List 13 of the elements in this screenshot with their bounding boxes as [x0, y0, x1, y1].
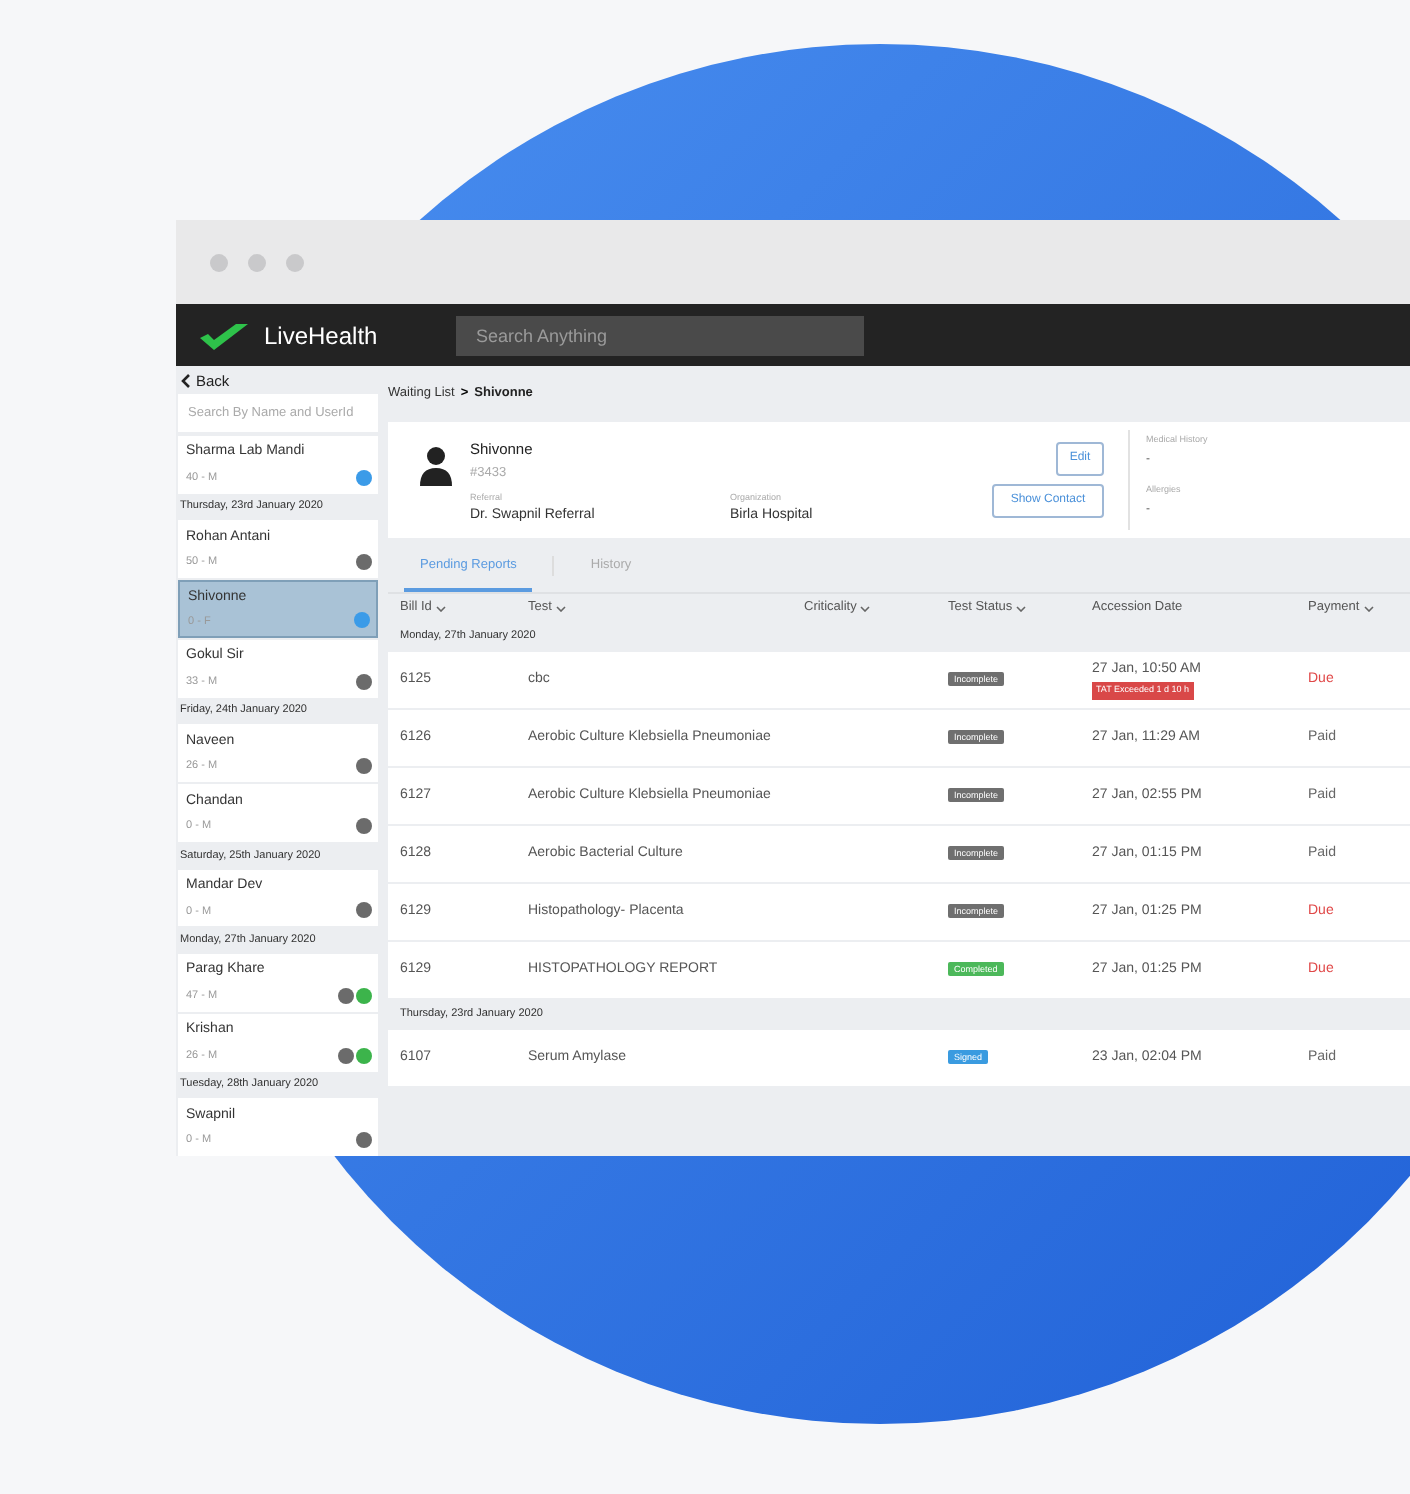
person-silhouette-icon — [420, 446, 452, 486]
app-logo: LiveHealth — [264, 319, 378, 353]
caret-icon — [555, 605, 566, 611]
window-control-button[interactable] — [210, 253, 228, 271]
search-field[interactable]: Search Anything — [456, 315, 864, 355]
window-control-button[interactable] — [248, 253, 266, 271]
caret-icon — [1363, 605, 1374, 611]
caret-icon — [435, 605, 446, 611]
window-control-button[interactable] — [286, 253, 304, 271]
checkmark-logo-icon — [196, 319, 252, 351]
back-chevron-icon — [180, 373, 192, 388]
caret-icon — [1016, 605, 1027, 611]
caret-icon — [860, 605, 871, 611]
